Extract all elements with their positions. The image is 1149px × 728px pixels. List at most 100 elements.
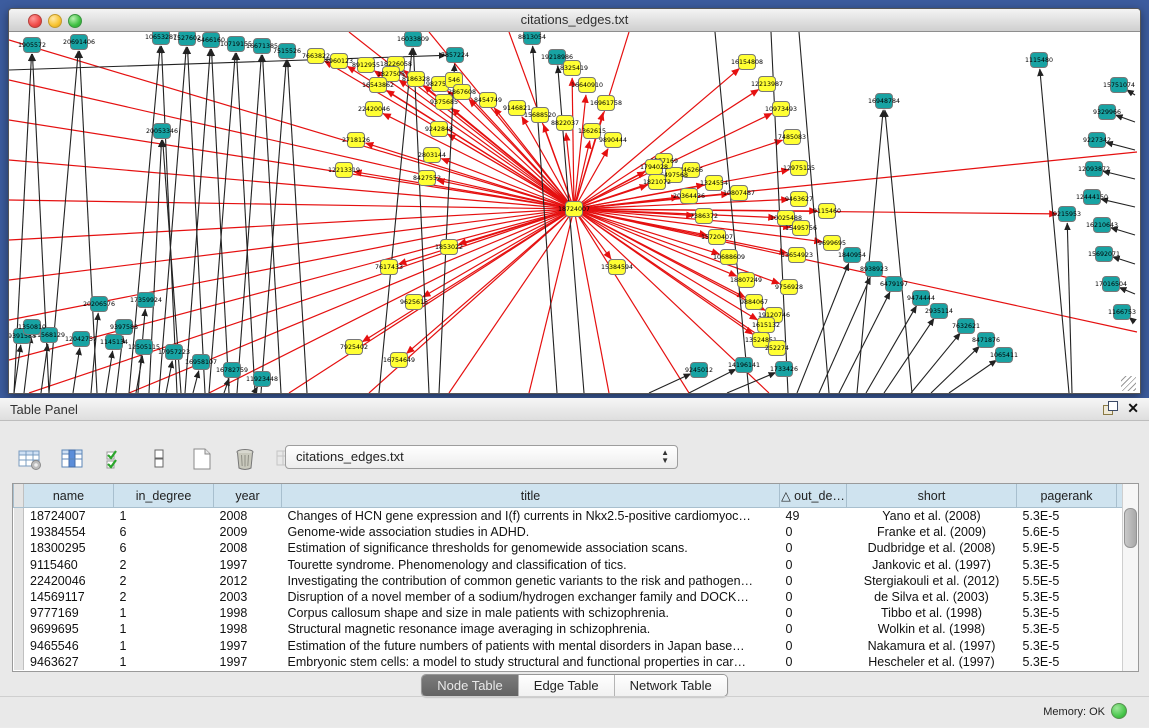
table-row[interactable]: 911546021997Tourette syndrome. Phenomeno… <box>14 557 1123 573</box>
graph-node[interactable]: 1840954 <box>838 248 866 263</box>
graph-node[interactable]: 1853022 <box>435 240 463 255</box>
column-header-pagerank[interactable]: pagerank <box>1017 484 1117 508</box>
graph-node[interactable]: 16640910 <box>571 78 603 93</box>
graph-node[interactable]: 1145134 <box>100 335 128 350</box>
graph-node[interactable]: 12213987 <box>751 77 783 92</box>
table-row[interactable]: 1830029562008Estimation of significance … <box>14 540 1123 556</box>
graph-node[interactable]: 7857224 <box>441 48 469 63</box>
table-row[interactable]: 969969511998Structural magnetic resonanc… <box>14 621 1123 637</box>
graph-node[interactable]: 10688609 <box>713 250 745 265</box>
graph-node[interactable]: 16961758 <box>590 96 622 111</box>
graph-node[interactable]: 2718126 <box>342 133 370 148</box>
select-all-icon[interactable] <box>102 445 130 473</box>
column-header-out_degree[interactable]: △ out_de… <box>780 484 847 508</box>
graph-node[interactable]: 9699695 <box>818 236 846 251</box>
delete-icon[interactable] <box>231 445 259 473</box>
table-selector-dropdown[interactable]: citations_edges.txt ▲▼ <box>285 445 678 469</box>
table-row[interactable]: 977716911998Corpus callosum shape and si… <box>14 605 1123 621</box>
table-row[interactable]: 946362711997Embryonic stem cells: a mode… <box>14 654 1123 670</box>
column-icon[interactable] <box>145 445 173 473</box>
graph-node[interactable]: 10807487 <box>723 186 755 201</box>
table-settings-icon[interactable] <box>16 445 44 473</box>
cell-title: Tourette syndrome. Phenomenology and cla… <box>282 557 780 573</box>
table-row[interactable]: 1872400712008Changes of HCN gene express… <box>14 508 1123 525</box>
graph-node[interactable]: 6479197 <box>880 277 908 292</box>
graph-node[interactable]: 15751074 <box>1103 78 1135 93</box>
graph-node[interactable]: 1166753 <box>1108 305 1136 320</box>
column-header-name[interactable]: name <box>24 484 114 508</box>
table-row[interactable]: 1938455462009Genome-wide association stu… <box>14 524 1123 540</box>
graph-node[interactable]: 20053346 <box>146 124 178 139</box>
graph-node[interactable]: 9215953 <box>1053 207 1081 222</box>
graph-node[interactable]: 16154808 <box>731 55 763 70</box>
graph-node[interactable]: 12093872 <box>1078 162 1110 177</box>
graph-node[interactable]: 9329966 <box>1093 105 1121 120</box>
svg-text:7617433: 7617433 <box>375 264 403 271</box>
graph-node[interactable]: 7925402 <box>340 340 368 355</box>
graph-node[interactable]: 16210643 <box>1086 218 1118 233</box>
cell-in_degree: 1 <box>114 654 214 670</box>
graph-node[interactable]: 20206576 <box>83 297 115 312</box>
graph-node[interactable]: 2935114 <box>925 304 953 319</box>
svg-text:12505115: 12505115 <box>128 344 160 351</box>
graph-node[interactable]: 11923448 <box>246 372 278 387</box>
cell-short: Nakamura et al. (1997) <box>847 638 1017 654</box>
tab-network-table[interactable]: Network Table <box>615 675 727 696</box>
graph-node[interactable]: 7617433 <box>375 260 403 275</box>
tab-edge-table[interactable]: Edge Table <box>519 675 615 696</box>
cell-out_degree: 0 <box>780 524 847 540</box>
column-header-short[interactable]: short <box>847 484 1017 508</box>
scrollbar-thumb[interactable] <box>1124 508 1137 548</box>
column-header-in_degree[interactable]: in_degree <box>114 484 214 508</box>
graph-node[interactable]: 9115460 <box>813 204 841 219</box>
cell-year: 2003 <box>214 589 282 605</box>
graph-node[interactable]: 1733426 <box>770 362 798 377</box>
graph-node[interactable]: 15692071 <box>1088 247 1120 262</box>
close-icon[interactable]: ✕ <box>1127 401 1139 415</box>
select-columns-icon[interactable] <box>59 445 87 473</box>
graph-node[interactable]: 12213319 <box>328 163 360 178</box>
citation-network-graph[interactable]: 1905572206914061065328715276026466160107… <box>9 32 1138 393</box>
cell-in_degree: 2 <box>114 573 214 589</box>
graph-node[interactable]: 1324554 <box>700 176 728 191</box>
column-header-title[interactable]: title <box>282 484 780 508</box>
tab-node-table[interactable]: Node Table <box>422 675 519 696</box>
graph-node[interactable]: 12444150 <box>1076 190 1108 205</box>
vertical-scrollbar[interactable] <box>1122 484 1138 671</box>
window-resize-grip[interactable] <box>1121 376 1136 391</box>
table-row[interactable]: 2242004622012Investigating the contribut… <box>14 573 1123 589</box>
graph-node[interactable]: 9463627 <box>785 192 813 207</box>
new-document-icon[interactable] <box>188 445 216 473</box>
graph-node[interactable]: 9227342 <box>1083 133 1111 148</box>
graph-node[interactable]: 9756928 <box>775 280 803 295</box>
graph-node[interactable]: 252274 <box>765 341 789 356</box>
graph-node[interactable]: 20691406 <box>63 35 95 50</box>
memory-status-icon[interactable] <box>1111 703 1127 719</box>
float-window-icon[interactable] <box>1103 401 1117 415</box>
column-header-year[interactable]: year <box>214 484 282 508</box>
table-row[interactable]: 946554611997Estimation of the future num… <box>14 638 1123 654</box>
graph-node[interactable]: 20364436 <box>673 189 705 204</box>
graph-node[interactable]: 1115480 <box>1025 53 1053 68</box>
network-canvas[interactable]: 1905572206914061065328715276026466160107… <box>9 32 1138 393</box>
svg-text:1115480: 1115480 <box>1025 57 1053 64</box>
graph-node[interactable]: 15384594 <box>601 260 633 275</box>
graph-node[interactable]: 16033809 <box>397 32 429 47</box>
graph-node[interactable]: 7632621 <box>952 319 980 334</box>
graph-node[interactable]: 2803144 <box>418 148 446 163</box>
graph-node[interactable]: 1065411 <box>990 348 1018 363</box>
graph-node[interactable]: 16948784 <box>868 94 900 109</box>
graph-node[interactable]: 9474444 <box>907 291 935 306</box>
graph-node[interactable]: 8471876 <box>972 333 1000 348</box>
cell-pagerank: 5.3E-5 <box>1017 589 1117 605</box>
svg-text:15495756: 15495756 <box>785 225 817 232</box>
graph-node[interactable]: 8813054 <box>518 32 546 45</box>
cell-name: 18300295 <box>24 540 114 556</box>
graph-node[interactable]: 7485083 <box>778 130 806 145</box>
graph-node[interactable]: 8938923 <box>860 262 888 277</box>
table-row[interactable]: 1456911722003Disruption of a novel membe… <box>14 589 1123 605</box>
graph-node[interactable]: 16754649 <box>383 353 415 368</box>
graph-node[interactable]: 8912955 <box>352 58 380 73</box>
graph-node[interactable]: 9245012 <box>685 363 713 378</box>
network-window-titlebar[interactable]: citations_edges.txt <box>9 9 1140 32</box>
